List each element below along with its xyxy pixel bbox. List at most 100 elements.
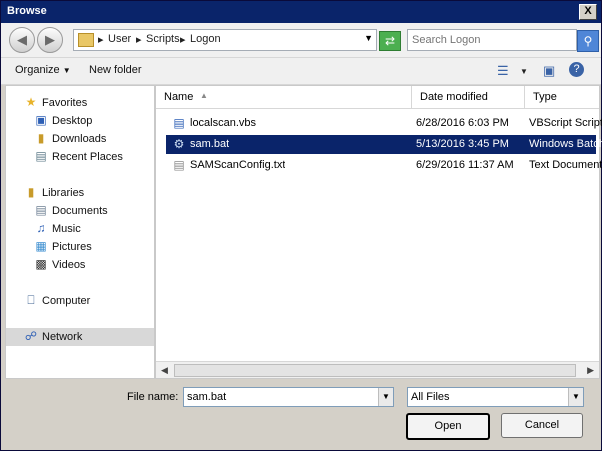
refresh-button[interactable]: ⇄ bbox=[379, 31, 401, 51]
search-box[interactable] bbox=[407, 29, 577, 51]
breadcrumb-scripts[interactable]: Scripts bbox=[146, 33, 180, 45]
cancel-button[interactable]: Cancel bbox=[501, 413, 583, 438]
sidebar-item-videos[interactable]: ▩ Videos bbox=[6, 256, 154, 274]
refresh-icon: ⇄ bbox=[384, 34, 396, 48]
file-name-dropdown-icon[interactable]: ▼ bbox=[378, 388, 393, 406]
music-note-icon: ♫ bbox=[36, 221, 46, 235]
sidebar-label: Desktop bbox=[52, 115, 93, 127]
sidebar-label: Libraries bbox=[42, 187, 85, 199]
file-type-select[interactable]: All Files ▼ bbox=[407, 387, 584, 407]
breadcrumb-separator-icon: ▸ bbox=[98, 34, 104, 46]
organize-button[interactable]: Organize ▼ bbox=[15, 64, 71, 76]
column-header-date-modified[interactable]: Date modified bbox=[412, 86, 525, 109]
sidebar-label: Music bbox=[52, 223, 81, 235]
sidebar-item-computer[interactable]: ⎕ Computer bbox=[6, 292, 154, 310]
breadcrumb-logon[interactable]: Logon bbox=[190, 33, 221, 45]
file-date: 5/13/2016 3:45 PM bbox=[416, 138, 509, 150]
search-input[interactable] bbox=[408, 30, 576, 50]
sidebar-item-documents[interactable]: ▤ Documents bbox=[6, 202, 154, 220]
sidebar-item-pictures[interactable]: ▦ Pictures bbox=[6, 238, 154, 256]
file-name-combobox[interactable]: ▼ bbox=[183, 387, 394, 407]
back-arrow-icon: ◀ bbox=[17, 32, 27, 47]
sidebar-item-downloads[interactable]: ▮ Downloads bbox=[6, 130, 154, 148]
sidebar-label: Documents bbox=[52, 205, 108, 217]
libraries-icon: ▮ bbox=[27, 185, 35, 199]
file-type-value: All Files bbox=[411, 391, 450, 403]
navigation-bar: ◀ ▶ ▸ User ▸ Scripts ▸ Logon ▼ ⇄ ⚲ bbox=[1, 23, 601, 58]
file-type: Windows Batch bbox=[529, 138, 602, 150]
file-row-localscan[interactable]: ▤ localscan.vbs 6/28/2016 6:03 PM VBScri… bbox=[166, 114, 602, 133]
column-header-label: Name bbox=[164, 91, 194, 103]
file-name: SAMScanConfig.txt bbox=[190, 159, 286, 171]
text-file-icon: ▤ bbox=[173, 158, 185, 172]
scrollbar-thumb[interactable] bbox=[174, 364, 576, 377]
vbs-file-icon: ▤ bbox=[173, 116, 185, 130]
file-row-samscanconfig[interactable]: ▤ SAMScanConfig.txt 6/29/2016 11:37 AM T… bbox=[166, 156, 602, 175]
network-icon: ☍ bbox=[24, 329, 38, 343]
horizontal-scrollbar[interactable]: ◀ ▶ bbox=[156, 361, 599, 378]
videos-icon: ▩ bbox=[35, 257, 47, 271]
back-button[interactable]: ◀ bbox=[9, 27, 35, 53]
organize-label: Organize bbox=[15, 64, 60, 76]
scroll-left-icon[interactable]: ◀ bbox=[161, 365, 168, 376]
sidebar-label: Recent Places bbox=[52, 151, 123, 163]
help-icon[interactable]: ? bbox=[569, 62, 584, 77]
sidebar-label: Network bbox=[42, 331, 83, 343]
column-header-name[interactable]: Name ▲ bbox=[156, 86, 412, 109]
scroll-right-icon[interactable]: ▶ bbox=[587, 365, 594, 376]
file-type-dropdown-icon[interactable]: ▼ bbox=[568, 388, 583, 406]
column-header-label: Date modified bbox=[420, 91, 488, 103]
sidebar-item-favorites[interactable]: ★ Favorites bbox=[6, 94, 154, 112]
view-dropdown-icon[interactable]: ▼ bbox=[520, 67, 528, 76]
search-button[interactable]: ⚲ bbox=[577, 30, 599, 52]
file-date: 6/29/2016 11:37 AM bbox=[416, 159, 514, 171]
organize-dropdown-icon: ▼ bbox=[62, 66, 71, 75]
column-header-type[interactable]: Type bbox=[525, 86, 599, 109]
address-dropdown-icon[interactable]: ▼ bbox=[364, 33, 373, 43]
sidebar-label: Computer bbox=[42, 295, 91, 307]
sidebar-item-recent-places[interactable]: ▤ Recent Places bbox=[6, 148, 154, 166]
file-name-input[interactable] bbox=[184, 388, 376, 406]
sidebar-label: Favorites bbox=[42, 97, 88, 109]
breadcrumb-separator-icon: ▸ bbox=[136, 34, 142, 46]
browse-dialog: Browse X ◀ ▶ ▸ User ▸ Scripts ▸ Logon ▼ … bbox=[0, 0, 602, 451]
sidebar-item-network[interactable]: ☍ Network bbox=[6, 328, 154, 346]
forward-arrow-icon: ▶ bbox=[45, 32, 55, 47]
search-icon: ⚲ bbox=[583, 34, 593, 48]
star-icon: ★ bbox=[25, 95, 37, 109]
sidebar-label: Downloads bbox=[52, 133, 107, 145]
file-date: 6/28/2016 6:03 PM bbox=[416, 117, 509, 129]
open-button[interactable]: Open bbox=[406, 413, 490, 440]
downloads-folder-icon: ▮ bbox=[37, 131, 45, 145]
batch-file-icon: ⚙ bbox=[173, 137, 185, 151]
file-type: Text Document bbox=[529, 159, 602, 171]
file-list: Name ▲ Date modified Type ▤ localscan.vb… bbox=[155, 85, 602, 379]
sidebar-label: Pictures bbox=[52, 241, 92, 253]
sort-ascending-icon: ▲ bbox=[200, 91, 208, 100]
address-bar[interactable]: ▸ User ▸ Scripts ▸ Logon ▼ bbox=[73, 29, 377, 51]
navigation-pane: ★ Favorites ▣ Desktop ▮ Downloads ▤ Rece… bbox=[5, 85, 155, 379]
title-bar: Browse X bbox=[1, 1, 601, 23]
file-row-sam-bat[interactable]: ⚙ sam.bat 5/13/2016 3:45 PM Windows Batc… bbox=[165, 134, 602, 155]
command-toolbar: Organize ▼ New folder ☰ ▼ ▣ ? bbox=[1, 58, 601, 85]
breadcrumb-user[interactable]: User bbox=[108, 33, 131, 45]
new-folder-button[interactable]: New folder bbox=[89, 64, 142, 76]
file-name-label: File name: bbox=[127, 391, 179, 403]
sidebar-item-libraries[interactable]: ▮ Libraries bbox=[6, 184, 154, 202]
file-name: sam.bat bbox=[190, 138, 230, 150]
forward-button[interactable]: ▶ bbox=[37, 27, 63, 53]
documents-icon: ▤ bbox=[35, 203, 47, 217]
recent-places-icon: ▤ bbox=[35, 149, 47, 163]
file-name: localscan.vbs bbox=[190, 117, 257, 129]
pictures-icon: ▦ bbox=[35, 239, 47, 253]
file-type: VBScript Script F bbox=[529, 117, 602, 129]
close-button[interactable]: X bbox=[579, 4, 597, 20]
breadcrumb-separator-icon: ▸ bbox=[180, 34, 186, 46]
folder-icon bbox=[78, 33, 94, 47]
view-options-icon[interactable]: ☰ bbox=[497, 63, 509, 79]
dialog-title: Browse bbox=[7, 5, 47, 17]
preview-pane-icon[interactable]: ▣ bbox=[543, 63, 555, 79]
sidebar-item-desktop[interactable]: ▣ Desktop bbox=[6, 112, 154, 130]
computer-icon: ⎕ bbox=[27, 293, 35, 307]
sidebar-item-music[interactable]: ♫ Music bbox=[6, 220, 154, 238]
